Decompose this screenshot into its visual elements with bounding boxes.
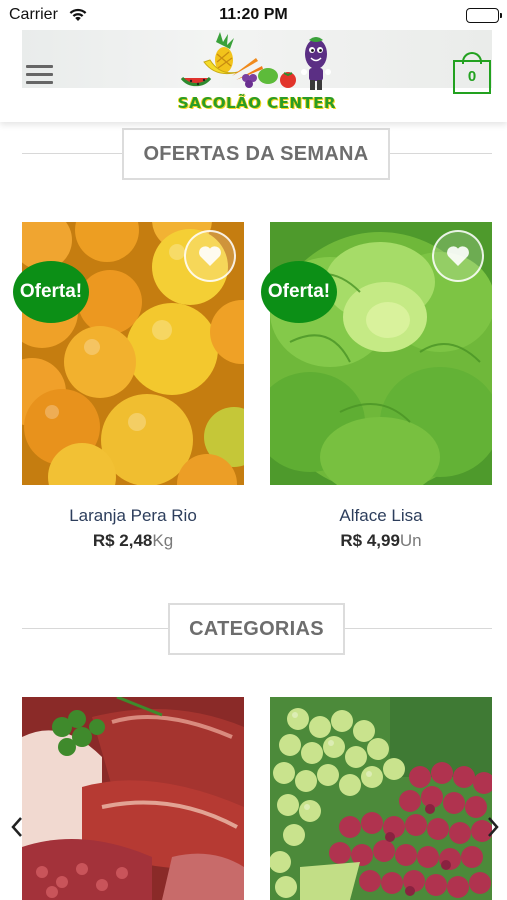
logo-produce-art xyxy=(180,32,331,90)
price-unit: Un xyxy=(399,531,422,550)
menu-icon[interactable] xyxy=(26,65,53,85)
categories-section-header: CATEGORIAS xyxy=(22,603,492,655)
carousel-next-button[interactable] xyxy=(486,816,500,838)
cart-button[interactable]: 0 xyxy=(453,52,491,94)
heart-icon xyxy=(447,246,469,266)
price-value: R$ 4,99 xyxy=(340,531,400,550)
product-price: R$ 2,48Kg xyxy=(22,531,244,551)
favorite-button[interactable] xyxy=(432,230,484,282)
heart-icon xyxy=(199,246,221,266)
clock: 11:20 PM xyxy=(219,6,288,23)
chevron-right-icon xyxy=(488,817,499,837)
brand-logo: SACOLÃO CENTER xyxy=(176,32,338,120)
price-value: R$ 2,48 xyxy=(92,531,153,550)
offer-badge: Oferta! xyxy=(261,261,337,323)
category-fruits[interactable] xyxy=(270,697,492,900)
product-name[interactable]: Alface Lisa xyxy=(270,506,492,526)
app-header: SACOLÃO CENTER 0 xyxy=(0,30,507,122)
categories-title: CATEGORIAS xyxy=(168,603,345,655)
offer-badge: Oferta! xyxy=(13,261,89,323)
status-bar: Carrier 11:20 PM xyxy=(0,0,507,30)
logo-text: SACOLÃO CENTER xyxy=(177,94,337,112)
offers-section-header: OFERTAS DA SEMANA xyxy=(22,128,492,180)
battery-icon xyxy=(466,8,502,23)
meat-photo xyxy=(22,697,244,900)
category-meat[interactable] xyxy=(22,697,244,900)
product-name[interactable]: Laranja Pera Rio xyxy=(22,506,244,526)
cart-count: 0 xyxy=(467,68,477,85)
offers-title: OFERTAS DA SEMANA xyxy=(122,128,390,180)
favorite-button[interactable] xyxy=(184,230,236,282)
carousel-prev-button[interactable] xyxy=(10,816,24,838)
grapes-photo xyxy=(270,697,492,900)
chevron-left-icon xyxy=(11,817,22,837)
price-unit: Kg xyxy=(152,531,174,550)
product-price: R$ 4,99Un xyxy=(270,531,492,551)
